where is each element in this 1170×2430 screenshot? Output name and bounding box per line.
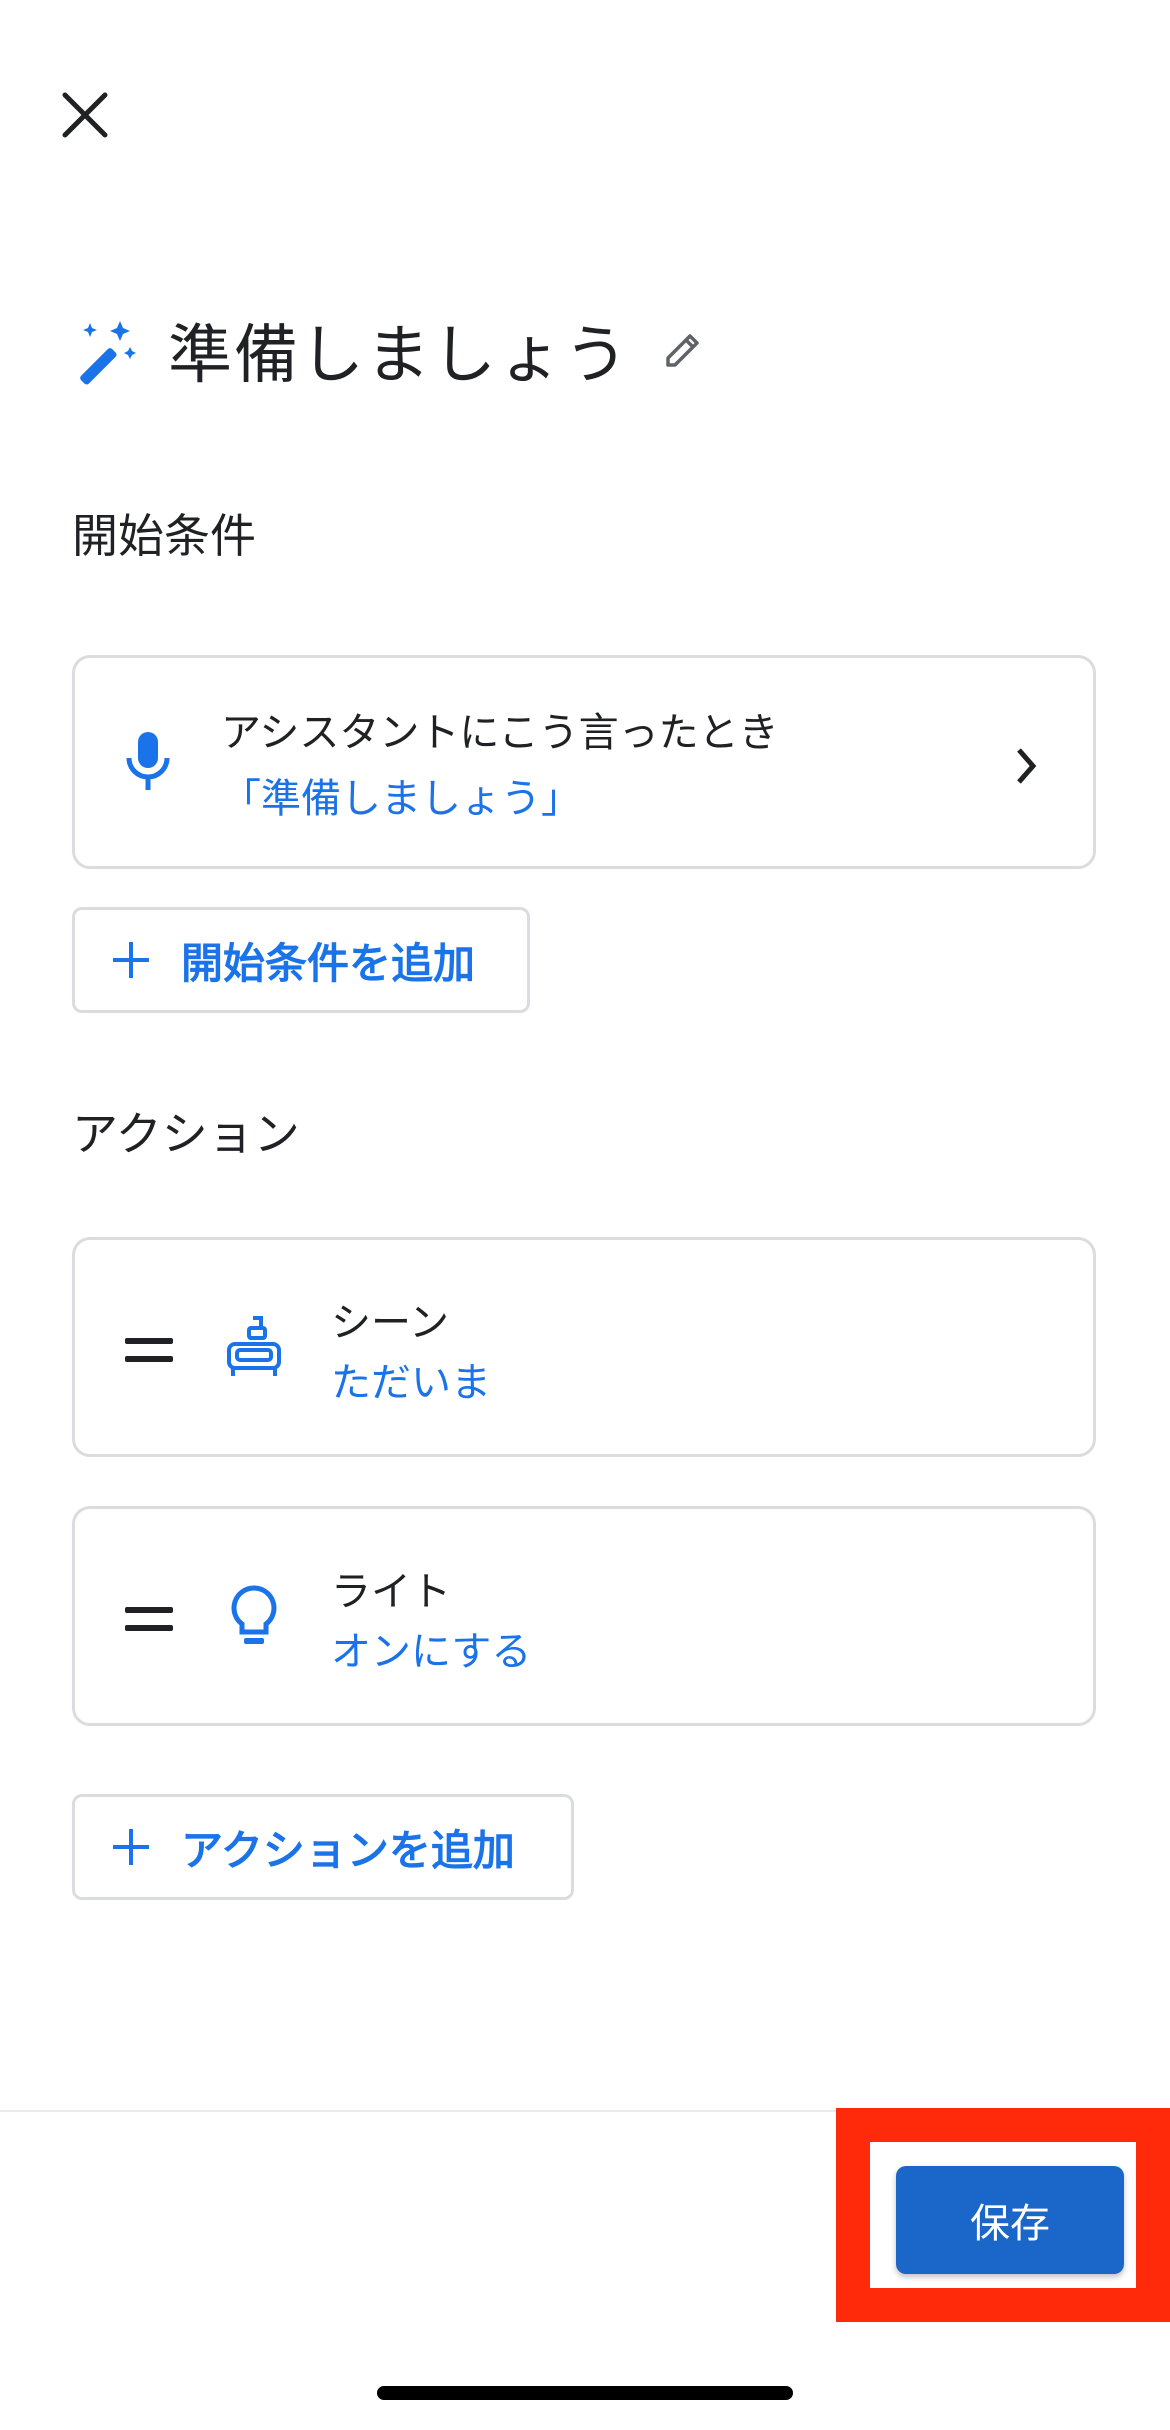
- action-card-scene[interactable]: シーン ただいま: [72, 1237, 1096, 1457]
- starter-card[interactable]: アシスタントにこう言ったとき 「準備しましょう」: [72, 655, 1096, 869]
- home-indicator: [377, 2386, 793, 2400]
- starters-section-label: 開始条件: [72, 509, 256, 563]
- magic-wand-icon: [80, 321, 136, 385]
- routine-title-row: 準備しましょう: [72, 300, 706, 400]
- chevron-right-icon: [1017, 748, 1037, 784]
- plus-icon: [113, 942, 149, 978]
- action-scene-value: ただいま: [331, 1360, 491, 1406]
- save-button[interactable]: 保存: [896, 2166, 1124, 2274]
- drag-handle-icon[interactable]: [125, 1607, 173, 1631]
- add-action-button[interactable]: アクションを追加: [72, 1794, 574, 1900]
- plus-icon: [113, 1829, 149, 1865]
- actions-section-label: アクション: [72, 1107, 300, 1161]
- close-icon: [62, 92, 108, 138]
- close-button[interactable]: [50, 80, 120, 150]
- add-starter-button[interactable]: 開始条件を追加: [72, 907, 530, 1013]
- lightbulb-icon: [231, 1585, 277, 1644]
- starter-label: アシスタントにこう言ったとき: [221, 710, 779, 756]
- action-light-label: ライト: [331, 1569, 451, 1615]
- action-light-value: オンにする: [331, 1629, 532, 1675]
- action-scene-label: シーン: [331, 1300, 449, 1346]
- microphone-icon: [126, 732, 170, 790]
- add-starter-label: 開始条件を追加: [181, 938, 476, 988]
- add-action-label: アクションを追加: [181, 1825, 515, 1875]
- scene-icon: [227, 1316, 281, 1376]
- starter-value: 「準備しましょう」: [221, 776, 581, 822]
- routine-title: 準備しましょう: [168, 319, 630, 393]
- pencil-icon[interactable]: [660, 327, 706, 373]
- action-card-light[interactable]: ライト オンにする: [72, 1506, 1096, 1726]
- drag-handle-icon[interactable]: [125, 1338, 173, 1362]
